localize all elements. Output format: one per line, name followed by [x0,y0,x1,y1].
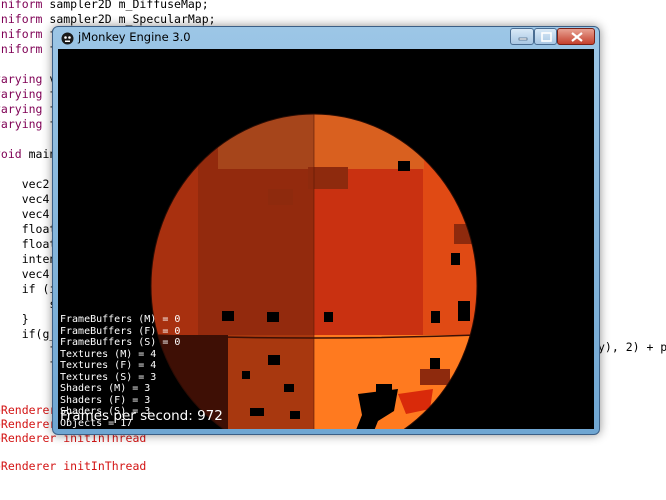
code-line: uniform sampler2D m_DiffuseMap; [0,0,209,11]
stat-line: Shaders (M) = 3 [60,383,151,394]
close-button[interactable] [557,28,595,45]
console-line: oRenderer [0,403,56,417]
code-keyword: void [0,147,22,161]
stat-line: Textures (F) = 4 [60,360,157,371]
code-text: if (i [0,282,57,296]
code-text: sampler2D m_DiffuseMap; [42,0,209,11]
jmonkey-window[interactable]: jMonkey Engine 3.0 FrameBuffers (M) = 0 … [52,26,600,435]
console-line: oRenderer [0,417,56,431]
code-snippet-right: y), 2) + p [598,340,666,354]
code-line: float [0,237,57,251]
code-line: void main [0,147,56,161]
minimize-button[interactable] [510,28,534,45]
code-line: f [0,357,56,371]
maximize-button[interactable] [534,28,557,45]
code-keyword: varying [0,117,43,131]
code-line: varying f [0,87,56,101]
code-line: if (i [0,282,57,296]
code-line: } [0,312,29,326]
code-line: float [0,222,57,236]
code-line: uniform f [0,27,56,41]
code-keyword: uniform [0,42,43,56]
code-text: f [0,342,57,356]
sphere-top-right-cap [314,114,424,169]
sphere-upper-far-right [423,114,477,335]
console-text: oRenderer [0,403,57,417]
code-line: s [0,297,56,311]
code-keyword: uniform [0,27,43,41]
sphere-top-left-cap [218,114,314,169]
code-line: if(g_ [0,327,57,341]
minimize-icon [518,37,528,41]
maximize-icon [541,32,552,42]
code-keyword: uniform [0,0,43,11]
code-line: f [0,342,56,356]
console-line: oRenderer initInThread [0,459,146,473]
sphere-lower-left [228,335,314,429]
code-text: if(g_ [0,327,57,341]
code-keyword: varying [0,72,43,86]
code-keyword: uniform [0,12,43,26]
stat-line: Textures (M) = 4 [60,348,157,360]
code-text: sampler2D m_SpecularMap; [42,12,216,26]
console-text: oRenderer [0,417,57,431]
code-line: varying f [0,117,56,131]
stat-line: FrameBuffers (S) = 0 [60,337,181,348]
code-line: uniform f [0,42,56,56]
sphere-lower-right [314,335,477,429]
close-icon [571,32,583,42]
code-text: f [0,357,57,371]
stat-line: FrameBuffers (M) = 0 [60,314,181,325]
fps-counter: Frames per second: 972 [60,408,223,424]
code-keyword: varying [0,102,43,116]
jmonkey-app-icon [61,32,74,45]
code-line: uniform sampler2D m_SpecularMap; [0,12,216,26]
render-canvas[interactable]: FrameBuffers (M) = 0 FrameBuffers (F) = 0… [58,49,594,429]
code-line: varying f [0,102,56,116]
stat-line: FrameBuffers (F) = 0 [60,325,181,337]
code-text: float [0,222,57,236]
window-title: jMonkey Engine 3.0 [78,30,191,44]
stat-line: Textures (S) = 3 [60,371,157,383]
code-text: s [0,297,57,311]
title-bar[interactable]: jMonkey Engine 3.0 [53,27,599,49]
console-text: oRenderer initInThread [0,459,147,473]
code-text: } [21,312,29,326]
sphere-upper-far-left [151,114,198,335]
stat-line: Shaders (F) = 3 [60,394,151,406]
code-keyword: varying [0,87,43,101]
code-text: float [0,237,57,251]
